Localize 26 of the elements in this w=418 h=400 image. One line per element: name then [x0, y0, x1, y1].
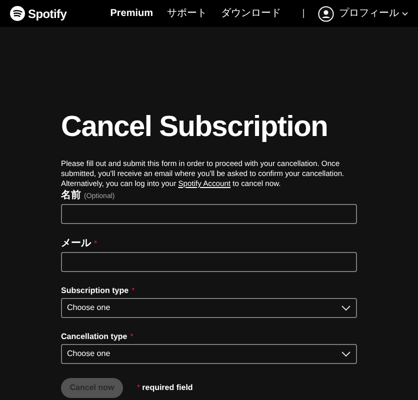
required-mark: * [94, 240, 98, 248]
field-label: 名前 [61, 191, 81, 201]
page-title: Cancel Subscription [61, 113, 329, 142]
dropdown[interactable]: Choose one [61, 344, 357, 364]
logo-text[interactable]: Spotify [28, 4, 67, 22]
required-mark: * [130, 333, 134, 341]
dropdown[interactable]: Choose one [61, 298, 357, 318]
nav-link[interactable]: サポート [167, 6, 207, 21]
text-field[interactable] [61, 252, 357, 272]
dropdown-value: Choose one [67, 348, 110, 360]
required-note: required field [142, 382, 193, 394]
logo-icon [10, 6, 25, 21]
profile-menu[interactable]: プロフィール [339, 6, 399, 21]
chevron-down-icon [341, 305, 351, 311]
field-label: Subscription type [61, 287, 129, 295]
field-label: メール [61, 239, 91, 249]
nav-link[interactable]: Premium [110, 6, 153, 21]
field-label: Cancellation type [61, 333, 128, 341]
required-mark: * [137, 382, 140, 394]
dropdown-value: Choose one [67, 302, 110, 314]
text-field[interactable] [61, 204, 357, 224]
chevron-down-icon [341, 351, 351, 357]
chevron-down-icon [402, 12, 408, 16]
nav-link[interactable]: ダウンロード [221, 6, 281, 21]
avatar-icon[interactable] [318, 6, 334, 22]
required-mark: * [132, 287, 135, 295]
